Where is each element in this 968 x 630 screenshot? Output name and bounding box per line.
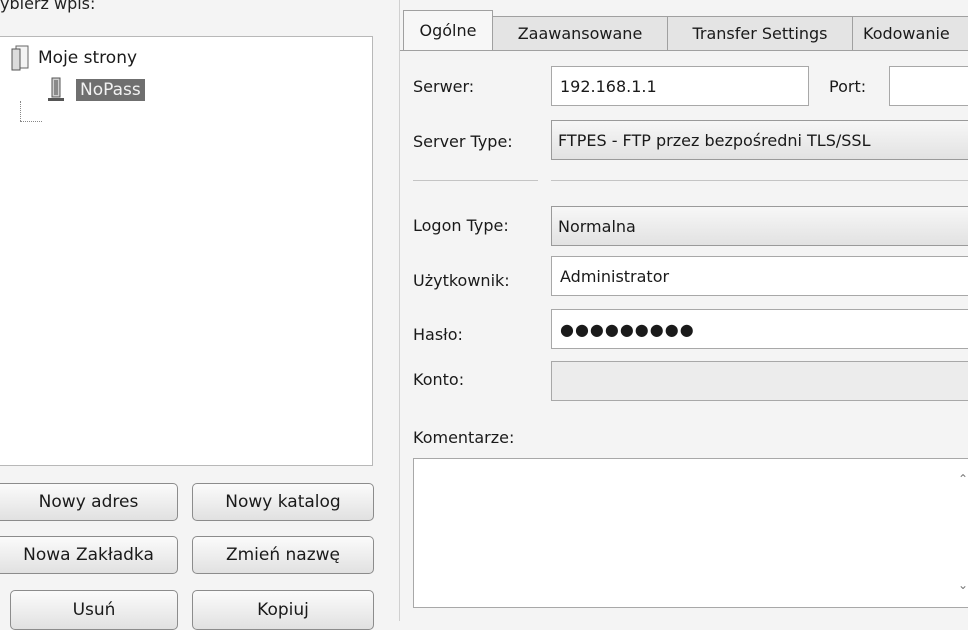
tab-advanced[interactable]: Zaawansowane: [492, 16, 668, 50]
rename-button[interactable]: Zmień nazwę: [192, 536, 374, 574]
account-label: Konto:: [413, 370, 465, 389]
select-entry-label: ybierz wpis:: [0, 0, 96, 13]
user-label: Użytkownik:: [413, 271, 510, 290]
tree-connector: [20, 121, 42, 122]
host-label: Serwer:: [413, 77, 475, 96]
server-type-select[interactable]: FTPES - FTP przez bezpośredni TLS/SSL: [551, 120, 968, 160]
server-icon: [46, 77, 66, 103]
tree-item-my-sites[interactable]: Moje strony: [10, 45, 137, 71]
site-tree[interactable]: Moje strony NoPass: [0, 36, 373, 466]
tree-connector: [20, 101, 21, 121]
port-input[interactable]: [889, 66, 968, 106]
tab-charset[interactable]: Kodowanie: [852, 16, 968, 50]
host-input[interactable]: 192.168.1.1: [551, 66, 809, 106]
new-folder-button[interactable]: Nowy katalog: [192, 483, 374, 521]
tree-item-nopass[interactable]: NoPass: [46, 77, 145, 103]
comments-label: Komentarze:: [413, 428, 515, 447]
tree-item-label: Moje strony: [38, 48, 138, 68]
comments-textarea[interactable]: [413, 458, 968, 608]
password-input[interactable]: ●●●●●●●●●: [551, 309, 968, 349]
password-label: Hasło:: [413, 325, 463, 344]
new-site-button[interactable]: Nowy adres: [0, 483, 178, 521]
scroll-down-icon[interactable]: ⌄: [958, 578, 968, 592]
account-input: [551, 361, 968, 401]
server-type-label: Server Type:: [413, 132, 513, 151]
new-bookmark-button[interactable]: Nowa Zakładka: [0, 536, 178, 574]
separator-left: [413, 180, 538, 181]
tab-transfer-settings[interactable]: Transfer Settings: [667, 16, 853, 50]
copy-button[interactable]: Kopiuj: [192, 590, 374, 630]
tree-item-label: NoPass: [76, 79, 145, 101]
separator-right: [551, 180, 968, 181]
folder-icon: [10, 45, 32, 71]
port-label: Port:: [829, 77, 867, 96]
user-input[interactable]: Administrator: [551, 256, 968, 296]
pane-divider: [399, 0, 400, 621]
tab-strip-border: [400, 50, 968, 51]
tab-general[interactable]: Ogólne: [403, 10, 493, 50]
logon-type-label: Logon Type:: [413, 216, 509, 235]
scroll-up-icon[interactable]: ⌃: [958, 472, 968, 486]
logon-type-select[interactable]: Normalna: [551, 206, 968, 246]
delete-button[interactable]: Usuń: [10, 590, 178, 630]
